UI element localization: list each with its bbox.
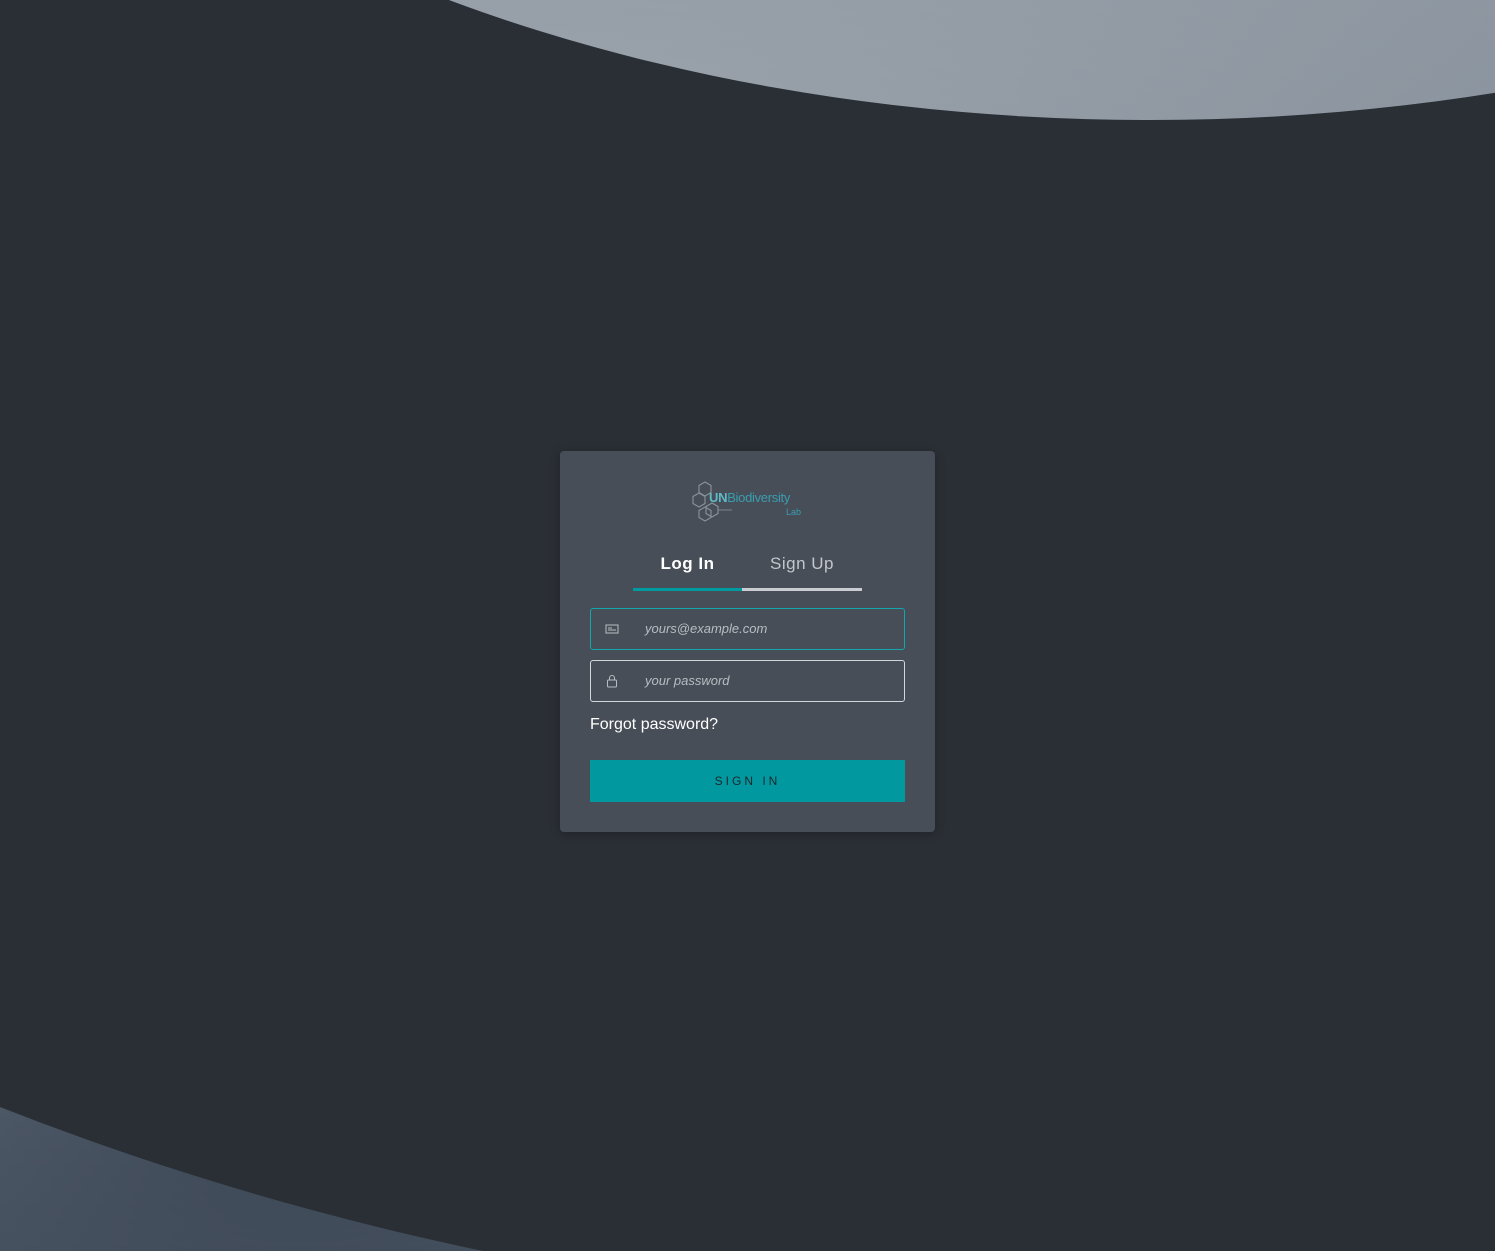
logo-subtitle: Lab bbox=[786, 507, 802, 517]
lock-icon bbox=[605, 674, 619, 688]
envelope-icon bbox=[605, 622, 619, 636]
logo-biodiversity: Biodiversity bbox=[727, 490, 791, 505]
logo: UNBiodiversity Lab bbox=[692, 478, 807, 523]
logo-un: UN bbox=[709, 490, 728, 505]
tab-signup[interactable]: Sign Up bbox=[742, 552, 862, 591]
logo-title: UNBiodiversity bbox=[709, 490, 790, 506]
email-placeholder: yours@example.com bbox=[645, 621, 768, 636]
password-placeholder: your password bbox=[645, 673, 730, 688]
tab-login[interactable]: Log In bbox=[633, 552, 742, 591]
sign-in-button[interactable]: SIGN IN bbox=[590, 760, 905, 802]
password-field[interactable]: your password bbox=[590, 660, 905, 702]
email-field[interactable]: yours@example.com bbox=[590, 608, 905, 650]
forgot-password-link[interactable]: Forgot password? bbox=[590, 715, 718, 735]
